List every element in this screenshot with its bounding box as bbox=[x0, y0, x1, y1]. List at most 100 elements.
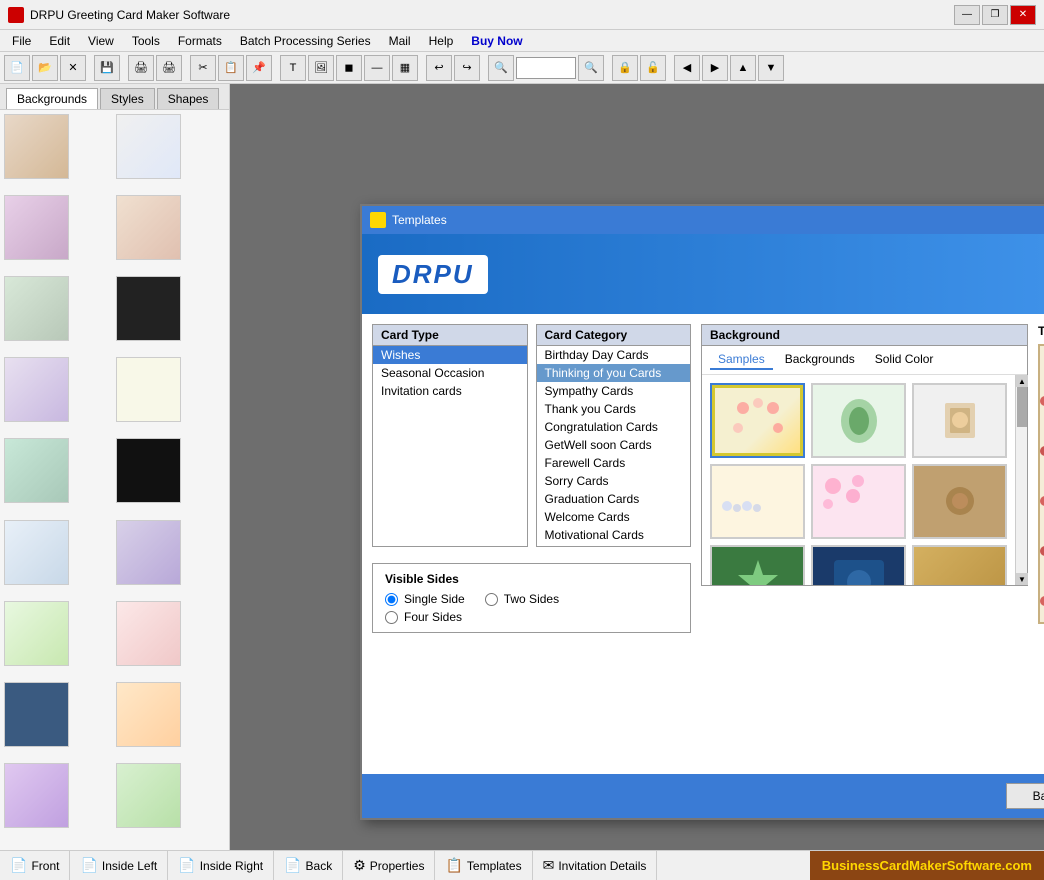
side-two[interactable]: Two Sides bbox=[485, 592, 559, 606]
menu-help[interactable]: Help bbox=[421, 32, 462, 50]
thumbnail-4[interactable] bbox=[116, 195, 181, 260]
thumbnail-18[interactable] bbox=[116, 763, 181, 828]
status-inside-right[interactable]: 📄 Inside Right bbox=[168, 851, 274, 880]
undo-button[interactable]: ↩ bbox=[426, 55, 452, 81]
open-button[interactable]: 📂 bbox=[32, 55, 58, 81]
tab-shapes[interactable]: Shapes bbox=[157, 88, 220, 109]
menu-file[interactable]: File bbox=[4, 32, 39, 50]
unlock-button[interactable]: 🔓 bbox=[640, 55, 666, 81]
category-sympathy[interactable]: Sympathy Cards bbox=[537, 382, 691, 400]
paste-button[interactable]: 📌 bbox=[246, 55, 272, 81]
down-button[interactable]: ▼ bbox=[758, 55, 784, 81]
thumbnail-6[interactable] bbox=[116, 276, 181, 341]
category-retirement[interactable]: Retirement Cards bbox=[537, 544, 691, 546]
image-button[interactable]: 🖼 bbox=[308, 55, 334, 81]
thumbnail-5[interactable] bbox=[4, 276, 69, 341]
bg-item-3[interactable] bbox=[912, 383, 1007, 458]
thumbnail-2[interactable] bbox=[116, 114, 181, 179]
category-motivational[interactable]: Motivational Cards bbox=[537, 526, 691, 544]
cut-button[interactable]: ✂ bbox=[190, 55, 216, 81]
zoom-in-button[interactable]: 🔍 bbox=[488, 55, 514, 81]
line-button[interactable]: — bbox=[364, 55, 390, 81]
zoom-out-button[interactable]: 🔍 bbox=[578, 55, 604, 81]
menu-mail[interactable]: Mail bbox=[381, 32, 419, 50]
print-button[interactable]: 🖨 bbox=[128, 55, 154, 81]
bg-tab-samples[interactable]: Samples bbox=[710, 350, 773, 370]
bg-item-8[interactable] bbox=[811, 545, 906, 585]
category-graduation[interactable]: Graduation Cards bbox=[537, 490, 691, 508]
canvas-area[interactable]: Templates ✕ DRPU Greeting Cards MAKER SO… bbox=[230, 84, 1044, 850]
bg-item-5[interactable] bbox=[811, 464, 906, 539]
new-button[interactable]: 📄 bbox=[4, 55, 30, 81]
bg-item-2[interactable] bbox=[811, 383, 906, 458]
side-single-radio[interactable] bbox=[385, 593, 398, 606]
status-inside-left[interactable]: 📄 Inside Left bbox=[70, 851, 168, 880]
thumbnail-7[interactable] bbox=[4, 357, 69, 422]
lock-button[interactable]: 🔒 bbox=[612, 55, 638, 81]
category-welcome[interactable]: Welcome Cards bbox=[537, 508, 691, 526]
thumbnail-15[interactable] bbox=[4, 682, 69, 747]
category-thinking[interactable]: Thinking of you Cards bbox=[537, 364, 691, 382]
card-type-seasonal[interactable]: Seasonal Occasion bbox=[373, 364, 527, 382]
maximize-button[interactable]: ❐ bbox=[982, 5, 1008, 25]
category-birthday[interactable]: Birthday Day Cards bbox=[537, 346, 691, 364]
left-button[interactable]: ◀ bbox=[674, 55, 700, 81]
status-templates[interactable]: 📋 Templates bbox=[435, 851, 532, 880]
category-getwell[interactable]: GetWell soon Cards bbox=[537, 436, 691, 454]
scroll-up-button[interactable]: ▲ bbox=[1016, 375, 1028, 387]
close-doc-button[interactable]: ✕ bbox=[60, 55, 86, 81]
status-front[interactable]: 📄 Front bbox=[0, 851, 70, 880]
category-sorry[interactable]: Sorry Cards bbox=[537, 472, 691, 490]
side-four-radio[interactable] bbox=[385, 611, 398, 624]
scroll-thumb[interactable] bbox=[1017, 387, 1027, 427]
bg-tab-solid[interactable]: Solid Color bbox=[867, 350, 942, 370]
barcode-button[interactable]: ▦ bbox=[392, 55, 418, 81]
menu-buy-now[interactable]: Buy Now bbox=[463, 32, 530, 50]
up-button[interactable]: ▲ bbox=[730, 55, 756, 81]
thumbnail-17[interactable] bbox=[4, 763, 69, 828]
bg-tab-backgrounds[interactable]: Backgrounds bbox=[777, 350, 863, 370]
tab-styles[interactable]: Styles bbox=[100, 88, 155, 109]
status-back[interactable]: 📄 Back bbox=[274, 851, 343, 880]
bg-item-6[interactable] bbox=[912, 464, 1007, 539]
category-congratulation[interactable]: Congratulation Cards bbox=[537, 418, 691, 436]
zoom-input[interactable]: 100% bbox=[516, 57, 576, 79]
status-invitation[interactable]: ✉ Invitation Details bbox=[533, 851, 658, 880]
status-properties[interactable]: ⚙ Properties bbox=[343, 851, 435, 880]
side-four[interactable]: Four Sides bbox=[385, 610, 678, 624]
thumbnail-8[interactable] bbox=[116, 357, 181, 422]
right-button[interactable]: ▶ bbox=[702, 55, 728, 81]
save-button[interactable]: 💾 bbox=[94, 55, 120, 81]
bg-item-4[interactable] bbox=[710, 464, 805, 539]
print2-button[interactable]: 🖨 bbox=[156, 55, 182, 81]
menu-edit[interactable]: Edit bbox=[41, 32, 78, 50]
minimize-button[interactable]: — bbox=[954, 5, 980, 25]
thumbnail-16[interactable] bbox=[116, 682, 181, 747]
thumbnail-10[interactable] bbox=[116, 438, 181, 503]
thumbnail-12[interactable] bbox=[116, 520, 181, 585]
shape-button[interactable]: ◼ bbox=[336, 55, 362, 81]
menu-view[interactable]: View bbox=[80, 32, 122, 50]
side-two-radio[interactable] bbox=[485, 593, 498, 606]
category-farewell[interactable]: Farewell Cards bbox=[537, 454, 691, 472]
bg-scrollbar[interactable]: ▲ ▼ bbox=[1015, 375, 1027, 585]
thumbnail-13[interactable] bbox=[4, 601, 69, 666]
bg-item-1[interactable] bbox=[710, 383, 805, 458]
thumbnail-1[interactable] bbox=[4, 114, 69, 179]
menu-batch[interactable]: Batch Processing Series bbox=[232, 32, 379, 50]
thumbnail-9[interactable] bbox=[4, 438, 69, 503]
card-type-wishes[interactable]: Wishes bbox=[373, 346, 527, 364]
copy-button[interactable]: 📋 bbox=[218, 55, 244, 81]
bg-item-7[interactable] bbox=[710, 545, 805, 585]
card-type-invitation[interactable]: Invitation cards bbox=[373, 382, 527, 400]
back-button[interactable]: Back bbox=[1006, 783, 1044, 809]
menu-formats[interactable]: Formats bbox=[170, 32, 230, 50]
thumbnail-3[interactable] bbox=[4, 195, 69, 260]
bg-item-9[interactable] bbox=[912, 545, 1007, 585]
thumbnail-11[interactable] bbox=[4, 520, 69, 585]
tab-backgrounds[interactable]: Backgrounds bbox=[6, 88, 98, 109]
category-thankyou[interactable]: Thank you Cards bbox=[537, 400, 691, 418]
scroll-down-button[interactable]: ▼ bbox=[1016, 573, 1028, 585]
thumbnail-14[interactable] bbox=[116, 601, 181, 666]
close-button[interactable]: ✕ bbox=[1010, 5, 1036, 25]
